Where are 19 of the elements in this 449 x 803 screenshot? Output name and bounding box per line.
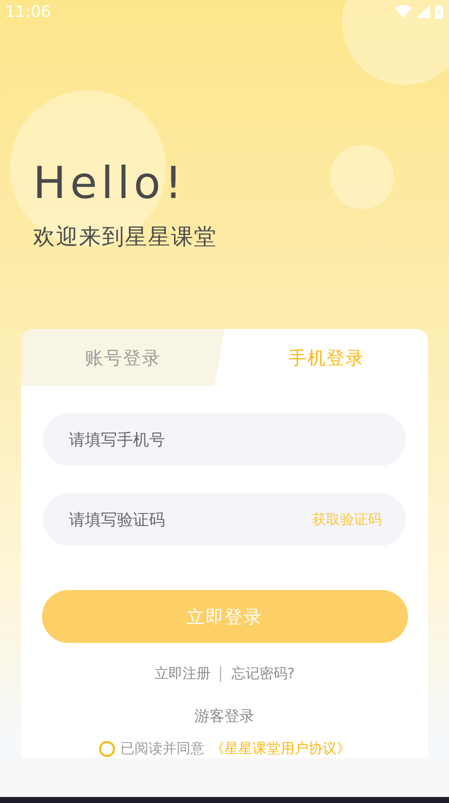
forgot-password-link[interactable]: 忘记密码?	[231, 665, 295, 684]
guest-login-link[interactable]: 游客登录	[194, 707, 254, 726]
login-button[interactable]: 立即登录	[42, 590, 408, 644]
text-input[interactable]: 请填写手机号	[67, 429, 382, 450]
agreement-link[interactable]: 《星星课堂用户协议》	[210, 740, 350, 758]
register-link[interactable]: 立即注册	[154, 665, 210, 684]
hello-title: Hello!	[33, 156, 186, 211]
login-tab[interactable]: 账号登录	[21, 329, 224, 386]
input-field[interactable]: 请填写手机号	[43, 413, 406, 466]
battery-icon	[435, 4, 443, 19]
welcome-subtitle: 欢迎来到星星课堂	[33, 224, 217, 252]
get-code-link[interactable]: 获取验证码	[312, 510, 382, 529]
text-input[interactable]: 请填写验证码	[67, 509, 312, 530]
login-tab[interactable]: 手机登录	[224, 329, 428, 386]
input-field[interactable]: 请填写验证码 获取验证码	[43, 493, 406, 546]
status-time: 11:06	[5, 2, 52, 22]
agreement-text: 已阅读并同意	[120, 740, 204, 758]
signal-icon	[417, 5, 430, 18]
wifi-icon	[395, 5, 412, 18]
